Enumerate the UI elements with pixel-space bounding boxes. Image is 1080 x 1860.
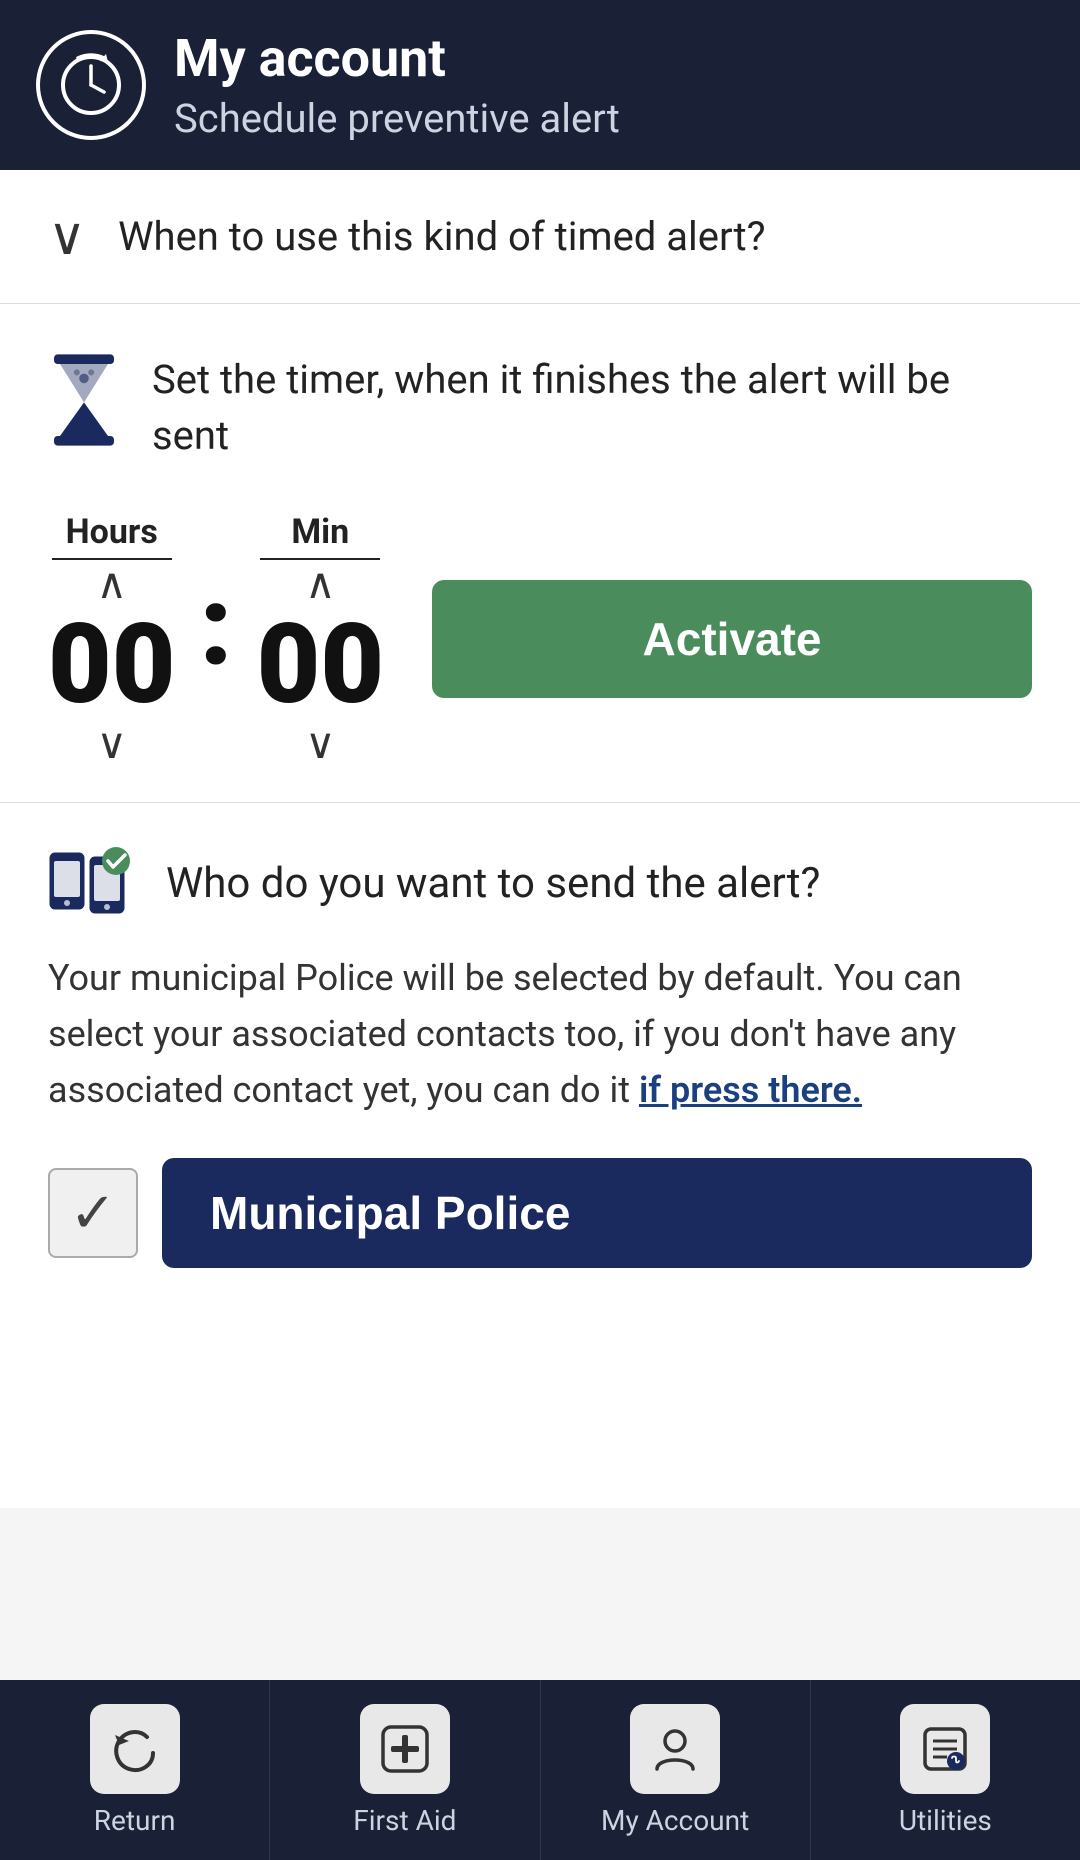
timer-controls: Hours ∧ 00 ∨ : Min ∧ 00 ∨	[48, 512, 384, 766]
minutes-unit: Min ∧ 00 ∨	[257, 512, 385, 766]
bottom-spacer	[0, 1308, 1080, 1508]
header-icon	[36, 30, 146, 140]
minutes-label: Min	[260, 512, 380, 560]
return-icon-box	[90, 1704, 180, 1794]
checkmark-icon: ✓	[70, 1180, 117, 1246]
municipal-police-button[interactable]: Municipal Police	[162, 1158, 1032, 1268]
hours-label: Hours	[52, 512, 172, 560]
collapse-chevron-icon[interactable]: ∨	[48, 206, 86, 267]
timer-section: Set the timer, when it finishes the aler…	[0, 304, 1080, 802]
nav-item-first-aid[interactable]: First Aid	[270, 1680, 540, 1860]
timer-row: Hours ∧ 00 ∨ : Min ∧ 00 ∨ Activate	[48, 512, 1032, 766]
utilities-icon-box	[900, 1704, 990, 1794]
bottom-navigation: Return First Aid My Account	[0, 1680, 1080, 1860]
send-alert-icon	[48, 843, 138, 923]
contacts-header: Who do you want to send the alert?	[48, 843, 1032, 923]
contacts-title-text: Who do you want to send the alert?	[166, 859, 820, 908]
timer-description: Set the timer, when it finishes the aler…	[48, 352, 1032, 464]
contacts-link[interactable]: if press there.	[639, 1069, 862, 1111]
time-separator: :	[200, 572, 233, 706]
nav-item-my-account[interactable]: My Account	[541, 1680, 811, 1860]
header-title: My account	[174, 28, 620, 89]
my-account-icon	[649, 1723, 701, 1775]
hours-decrement-button[interactable]: ∨	[96, 724, 127, 766]
return-icon	[109, 1723, 161, 1775]
hourglass-icon	[48, 352, 120, 448]
contacts-description: Your municipal Police will be selected b…	[48, 951, 1032, 1118]
municipal-police-checkbox[interactable]: ✓	[48, 1168, 138, 1258]
return-nav-label: Return	[94, 1804, 176, 1837]
my-account-nav-label: My Account	[601, 1804, 749, 1837]
header-subtitle: Schedule preventive alert	[174, 95, 620, 142]
app-header: My account Schedule preventive alert	[0, 0, 1080, 170]
hours-unit: Hours ∧ 00 ∨	[48, 512, 176, 766]
info-section[interactable]: ∨ When to use this kind of timed alert?	[0, 170, 1080, 304]
nav-item-utilities[interactable]: Utilities	[811, 1680, 1080, 1860]
first-aid-icon	[379, 1723, 431, 1775]
utilities-icon	[919, 1723, 971, 1775]
activate-button[interactable]: Activate	[432, 580, 1032, 698]
minutes-decrement-button[interactable]: ∨	[305, 724, 336, 766]
contacts-section: Who do you want to send the alert? Your …	[0, 802, 1080, 1308]
minutes-value: 00	[257, 610, 385, 720]
nav-item-return[interactable]: Return	[0, 1680, 270, 1860]
utilities-nav-label: Utilities	[899, 1804, 992, 1837]
info-question-text: When to use this kind of timed alert?	[118, 213, 765, 260]
my-account-icon-box	[630, 1704, 720, 1794]
timer-description-text: Set the timer, when it finishes the aler…	[152, 352, 1032, 464]
first-aid-icon-box	[360, 1704, 450, 1794]
main-content: ∨ When to use this kind of timed alert? …	[0, 170, 1080, 1508]
police-row: ✓ Municipal Police	[48, 1158, 1032, 1268]
header-text-block: My account Schedule preventive alert	[174, 28, 620, 142]
hours-value: 00	[48, 610, 176, 720]
first-aid-nav-label: First Aid	[353, 1804, 456, 1837]
